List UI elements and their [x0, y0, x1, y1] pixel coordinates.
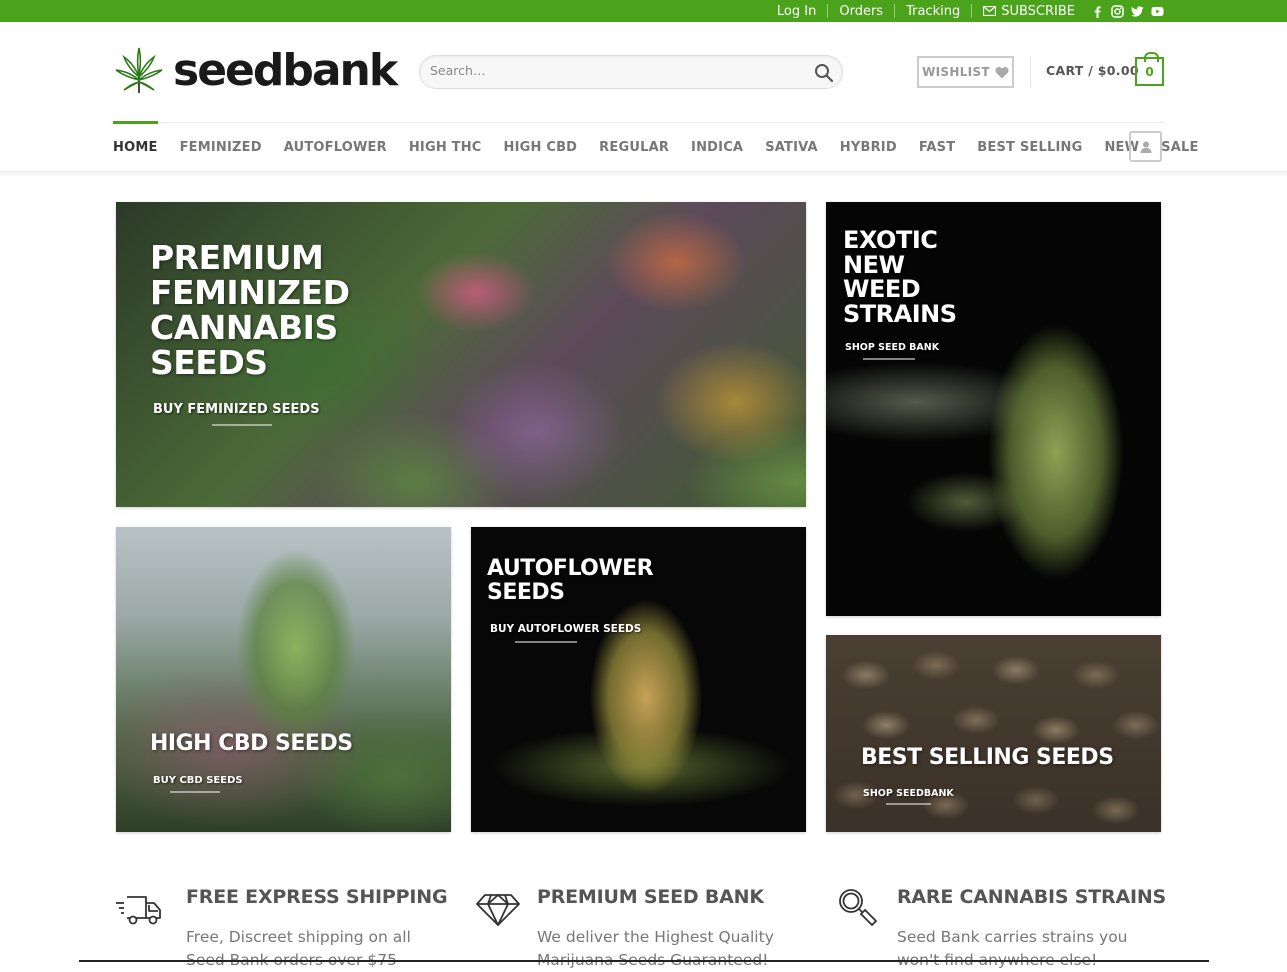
search-input[interactable]	[430, 63, 810, 78]
instagram-icon[interactable]	[1111, 4, 1124, 18]
heart-icon	[995, 66, 1009, 78]
banner-feminized-title: PREMIUM FEMINIZED CANNABIS SEEDS	[150, 238, 350, 382]
feature-premium-title: PREMIUM SEED BANK	[537, 886, 764, 908]
divider	[827, 4, 829, 18]
banner-cbd[interactable]: HIGH CBD SEEDS BUY CBD SEEDS	[116, 527, 451, 832]
shop-seedbank-link[interactable]: SHOP SEEDBANK	[863, 788, 954, 799]
banner-feminized[interactable]: PREMIUM FEMINIZED CANNABIS SEEDS BUY FEM…	[116, 202, 806, 507]
twitter-icon[interactable]	[1131, 5, 1144, 18]
leaf-logo-icon	[115, 47, 163, 93]
feature-shipping-text: Free, Discreet shipping on all Seed Bank…	[186, 928, 411, 969]
divider	[971, 4, 973, 18]
banner-autoflower-title: AUTOFLOWER SEEDS	[487, 556, 654, 605]
wishlist-label: WISHLIST	[922, 65, 990, 79]
nav-indica[interactable]: INDICA	[691, 123, 743, 171]
main-nav: HOME FEMINIZED AUTOFLOWER HIGH THC HIGH …	[113, 121, 1221, 171]
feature-rare-text: Seed Bank carries strains you won't find…	[897, 928, 1128, 969]
title-line: CANNABIS	[150, 308, 338, 347]
subscribe-link[interactable]: SUBSCRIBE	[983, 4, 1075, 19]
tracking-link[interactable]: Tracking	[906, 4, 960, 19]
buy-autoflower-link[interactable]: BUY AUTOFLOWER SEEDS	[490, 623, 641, 635]
banner-exotic-title: EXOTIC NEW WEED STRAINS	[843, 228, 957, 326]
search-button[interactable]	[814, 63, 834, 83]
title-line: NEW	[843, 250, 905, 279]
cart-count-badge[interactable]: 0	[1135, 52, 1164, 86]
title-line: WEED	[843, 275, 921, 303]
wishlist-button[interactable]: WISHLIST	[917, 56, 1014, 88]
diamond-icon	[476, 894, 520, 926]
truck-icon	[116, 896, 161, 925]
title-line: STRAINS	[843, 299, 957, 328]
login-link[interactable]: Log In	[777, 4, 816, 19]
buy-feminized-link[interactable]: BUY FEMINIZED SEEDS	[153, 402, 320, 417]
nav-high-cbd[interactable]: HIGH CBD	[504, 123, 578, 171]
cta-underline	[170, 791, 220, 793]
nav-best-selling[interactable]: BEST SELLING	[977, 123, 1082, 171]
account-button[interactable]	[1129, 131, 1162, 162]
magnifier-icon	[839, 889, 878, 927]
nav-sale[interactable]: SALE	[1161, 123, 1198, 171]
header-shadow	[0, 171, 1287, 177]
nav-regular[interactable]: REGULAR	[599, 123, 669, 171]
title-line: FEMINIZED	[150, 273, 350, 312]
title-line: AUTOFLOWER	[487, 556, 654, 581]
shop-seed-bank-link[interactable]: SHOP SEED BANK	[845, 342, 939, 353]
divider	[894, 4, 896, 18]
buy-cbd-link[interactable]: BUY CBD SEEDS	[153, 775, 243, 786]
site-logo[interactable]: seedbank	[113, 45, 398, 97]
banner-best-title: BEST SELLING SEEDS	[861, 745, 1114, 770]
cart-link[interactable]: CART / $0.00	[1046, 63, 1139, 78]
nav-high-thc[interactable]: HIGH THC	[409, 123, 482, 171]
youtube-icon[interactable]	[1151, 5, 1164, 18]
cta-underline	[212, 424, 272, 426]
cta-underline	[515, 641, 577, 643]
cta-underline	[863, 358, 915, 360]
social-links	[1091, 4, 1164, 18]
title-line: PREMIUM	[150, 238, 324, 277]
page-bottom-border	[79, 960, 1209, 962]
top-bar-links: Log In Orders Tracking SUBSCRIBE	[777, 0, 1164, 22]
envelope-icon	[983, 6, 997, 16]
nav-home[interactable]: HOME	[113, 121, 158, 171]
nav-sativa[interactable]: SATIVA	[765, 123, 818, 171]
title-line: SEEDS	[150, 343, 268, 382]
top-bar: Log In Orders Tracking SUBSCRIBE	[0, 0, 1287, 22]
header-divider	[1030, 56, 1031, 87]
search-icon	[815, 64, 834, 83]
nav-autoflower[interactable]: AUTOFLOWER	[284, 123, 387, 171]
banner-cbd-title: HIGH CBD SEEDS	[150, 731, 353, 756]
nav-feminized[interactable]: FEMINIZED	[180, 123, 262, 171]
search-bar	[419, 55, 843, 89]
feature-shipping-title: FREE EXPRESS SHIPPING	[186, 886, 448, 908]
feature-premium-text: We deliver the Highest Quality Marijuana…	[537, 928, 774, 969]
cta-underline	[886, 803, 931, 805]
banner-best-selling[interactable]: BEST SELLING SEEDS SHOP SEEDBANK	[826, 635, 1161, 832]
logo-text: seedbank	[173, 45, 398, 96]
user-icon	[1140, 141, 1151, 153]
orders-link[interactable]: Orders	[839, 4, 883, 19]
facebook-icon[interactable]	[1091, 5, 1104, 18]
title-line: EXOTIC	[843, 226, 938, 254]
banner-autoflower[interactable]: AUTOFLOWER SEEDS BUY AUTOFLOWER SEEDS	[471, 527, 806, 832]
feature-rare-title: RARE CANNABIS STRAINS	[897, 886, 1166, 908]
nav-hybrid[interactable]: HYBRID	[840, 123, 897, 171]
subscribe-label: SUBSCRIBE	[1001, 3, 1075, 19]
nav-fast[interactable]: FAST	[919, 123, 955, 171]
banner-exotic[interactable]: EXOTIC NEW WEED STRAINS SHOP SEED BANK	[826, 202, 1161, 616]
title-line: SEEDS	[487, 580, 565, 605]
